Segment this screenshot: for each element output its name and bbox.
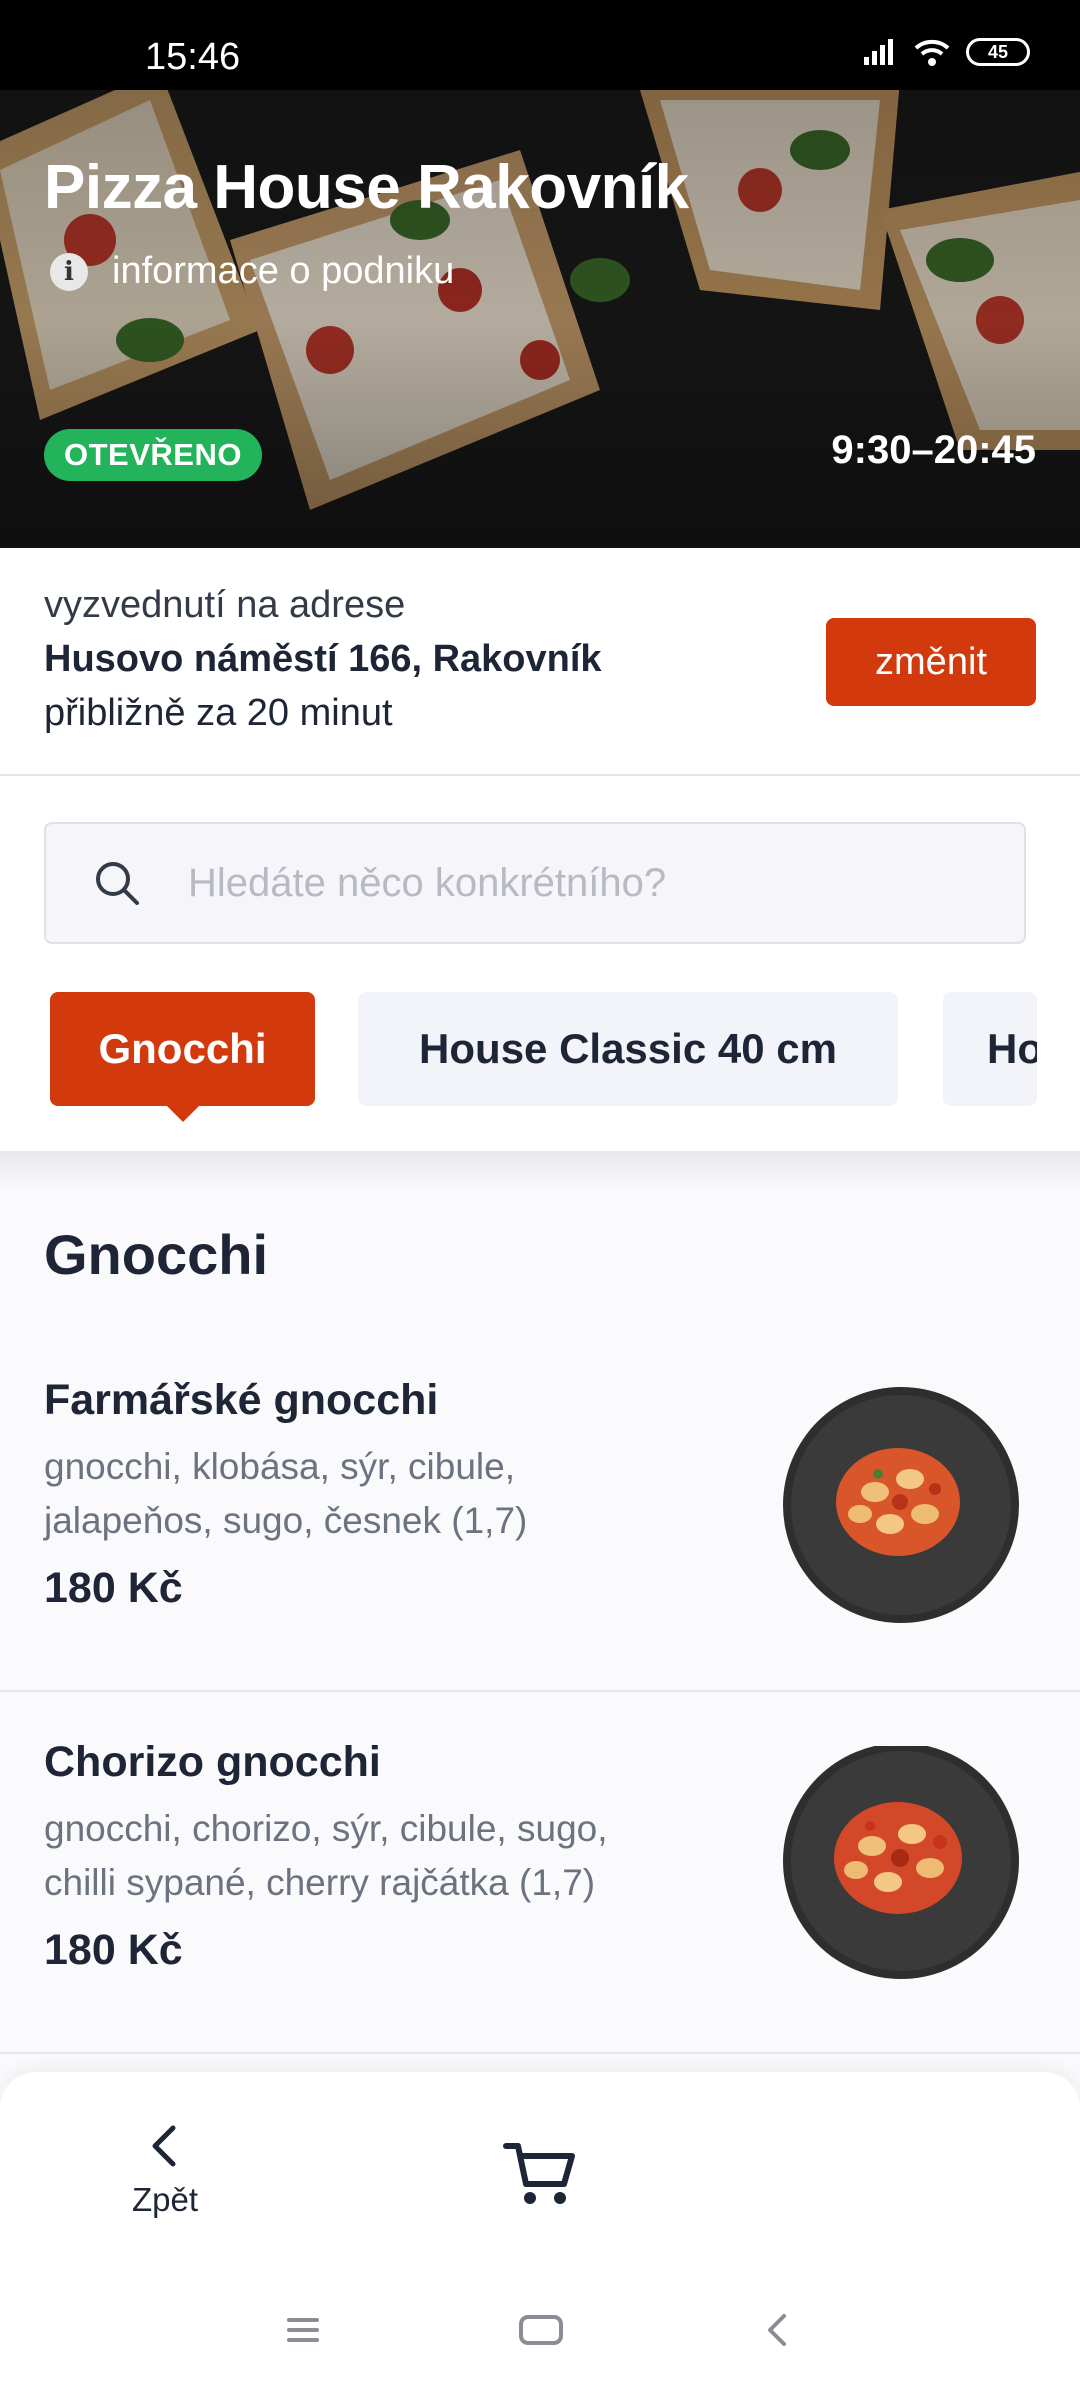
status-time: 15:46	[145, 36, 241, 78]
tabs-shadow	[0, 1151, 1080, 1191]
tab-house-classic[interactable]: House Classic 40 cm	[358, 992, 898, 1106]
cart-icon	[503, 2143, 575, 2204]
tab-gnocchi[interactable]: Gnocchi	[50, 992, 315, 1122]
restaurant-info-link[interactable]: i informace o podniku	[50, 250, 454, 293]
menu-icon[interactable]	[285, 2312, 321, 2348]
signal-icon	[864, 39, 893, 65]
menu-item[interactable]: Farmářské gnocchi gnocchi, klobása, sýr,…	[0, 1332, 1080, 1692]
info-link-label: informace o podniku	[112, 250, 455, 292]
tab-next-category[interactable]: Ho	[943, 992, 1037, 1106]
pickup-section: vyzvednutí na adrese Husovo náměstí 166,…	[0, 548, 1080, 776]
menu-item[interactable]: Chorizo gnocchi gnocchi, chorizo, sýr, c…	[0, 1694, 1080, 2054]
system-navigation-bar	[0, 2272, 1080, 2400]
restaurant-name: Pizza House Rakovník	[44, 153, 689, 222]
pickup-label: vyzvednutí na adrese	[44, 584, 406, 626]
bottom-navigation: Zpět	[0, 2072, 1080, 2272]
menu-item-description: gnocchi, klobása, sýr, cibule, jalapeňos…	[44, 1446, 528, 1541]
search-input[interactable]: Hledáte něco konkrétního?	[44, 822, 1026, 944]
chorizo-gnocchi-dish-image	[783, 1746, 1019, 1979]
category-tabs: Gnocchi House Classic 40 cm Ho	[0, 992, 1080, 1122]
section-title: Gnocchi	[44, 1223, 269, 1286]
battery-indicator: 45	[966, 38, 1030, 66]
chevron-left-icon	[152, 2125, 176, 2167]
system-back-icon[interactable]	[762, 2312, 792, 2348]
status-icons: 45	[862, 36, 1030, 68]
back-button[interactable]: Zpět	[110, 2122, 220, 2219]
pickup-eta: přibližně za 20 minut	[44, 692, 393, 734]
status-bar: 15:46 45	[0, 0, 1080, 90]
restaurant-hero: Pizza House Rakovník i informace o podni…	[0, 90, 1080, 548]
cart-button[interactable]	[500, 2132, 580, 2217]
back-label: Zpět	[131, 2181, 199, 2218]
open-status-badge: OTEVŘENO	[44, 429, 262, 481]
home-icon[interactable]	[518, 2312, 564, 2348]
change-pickup-button[interactable]: změnit	[826, 618, 1036, 706]
search-and-categories: Hledáte něco konkrétního? Gnocchi House …	[0, 776, 1080, 1151]
opening-hours: 9:30–20:45	[831, 428, 1036, 472]
menu-item-name: Farmářské gnocchi	[44, 1376, 439, 1424]
search-placeholder: Hledáte něco konkrétního?	[188, 860, 667, 905]
wifi-icon	[914, 39, 950, 66]
pickup-address: Husovo náměstí 166, Rakovník	[44, 638, 602, 680]
menu-item-price: 180 Kč	[44, 1564, 183, 1612]
info-icon: i	[50, 252, 88, 291]
search-icon	[96, 862, 139, 905]
menu-item-name: Chorizo gnocchi	[44, 1738, 381, 1786]
menu-item-description: gnocchi, chorizo, sýr, cibule, sugo, chi…	[44, 1808, 608, 1903]
gnocchi-dish-image	[783, 1387, 1019, 1623]
menu-item-price: 180 Kč	[44, 1926, 183, 1974]
